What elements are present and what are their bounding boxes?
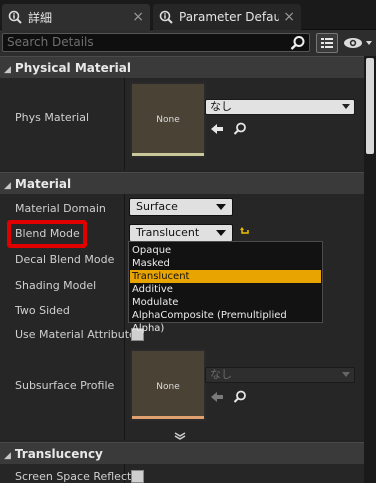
two-sided-label: Two Sided bbox=[15, 304, 70, 317]
search-icon[interactable] bbox=[290, 35, 306, 56]
decal-blend-mode-label: Decal Blend Mode bbox=[15, 253, 115, 266]
details-icon bbox=[8, 10, 22, 24]
category-title: Translucency bbox=[14, 447, 103, 461]
dropdown-option-masked[interactable]: Masked bbox=[130, 257, 321, 270]
dropdown-option-alphacomposite[interactable]: AlphaComposite (Premultiplied Alpha) bbox=[130, 309, 321, 334]
thumbnail-color-bar bbox=[132, 416, 204, 419]
phys-material-label: Phys Material bbox=[15, 111, 90, 124]
shading-model-label: Shading Model bbox=[15, 279, 97, 292]
dropdown-option-opaque[interactable]: Opaque bbox=[130, 244, 321, 257]
blend-mode-combo[interactable]: Translucent bbox=[129, 224, 233, 242]
blend-mode-value: Translucent bbox=[136, 226, 200, 239]
browse-search-icon[interactable] bbox=[233, 390, 247, 407]
reset-to-default-icon[interactable] bbox=[240, 227, 250, 240]
phys-material-thumbnail[interactable]: None bbox=[130, 82, 206, 158]
close-icon[interactable]: × bbox=[283, 10, 295, 24]
thumbnail-text: None bbox=[156, 382, 180, 392]
use-selected-arrow-icon[interactable] bbox=[210, 122, 224, 139]
search-placeholder: Search Details bbox=[7, 35, 94, 49]
chevron-down-icon bbox=[216, 204, 226, 210]
close-icon[interactable]: × bbox=[132, 10, 144, 24]
material-domain-label: Material Domain bbox=[15, 202, 106, 215]
dropdown-option-translucent[interactable]: Translucent bbox=[130, 270, 321, 283]
blend-mode-highlight-box bbox=[7, 220, 87, 248]
dropdown-option-modulate[interactable]: Modulate bbox=[130, 296, 321, 309]
search-input[interactable]: Search Details bbox=[2, 33, 310, 52]
browse-search-icon[interactable] bbox=[233, 122, 247, 139]
thumbnail-text: None bbox=[156, 115, 180, 125]
subsurface-profile-thumbnail[interactable]: None bbox=[130, 349, 206, 421]
phys-material-row: Phys Material None なし bbox=[0, 78, 364, 170]
blend-mode-dropdown-list: Opaque Masked Translucent Additive Modul… bbox=[128, 241, 323, 334]
category-material[interactable]: ◢ Material bbox=[0, 172, 364, 194]
eye-icon[interactable] bbox=[342, 34, 374, 52]
asset-value: なし bbox=[210, 100, 232, 113]
search-row: Search Details bbox=[0, 30, 376, 56]
tab-parameter-defaults-label: Parameter Defaults bbox=[179, 10, 280, 24]
translucency-section: Screen Space Reflecti bbox=[0, 464, 364, 483]
chevron-down-icon bbox=[342, 372, 350, 377]
chevron-down-icon bbox=[216, 230, 226, 236]
scrollbar-thumb[interactable] bbox=[366, 58, 374, 154]
details-icon bbox=[159, 10, 173, 24]
ssr-checkbox[interactable] bbox=[131, 470, 144, 483]
category-translucency[interactable]: ◢ Translucency bbox=[0, 442, 364, 464]
column-divider bbox=[124, 194, 125, 440]
subsurface-profile-label: Subsurface Profile bbox=[15, 379, 115, 392]
view-options-grid-icon[interactable] bbox=[316, 33, 338, 53]
phys-material-asset-combo[interactable]: なし bbox=[205, 99, 355, 115]
category-physical-material[interactable]: ◢ Physical Material bbox=[0, 56, 364, 78]
category-title: Physical Material bbox=[14, 61, 131, 75]
use-material-attributes-label: Use Material Attribute bbox=[15, 328, 136, 341]
tab-bar: 詳細 × Parameter Defaults × bbox=[0, 0, 376, 30]
scrollbar-track[interactable] bbox=[364, 56, 376, 483]
tab-details[interactable]: 詳細 × bbox=[2, 4, 150, 30]
column-divider bbox=[124, 78, 125, 170]
thumbnail-color-bar bbox=[132, 153, 204, 156]
asset-value: なし bbox=[210, 368, 232, 381]
use-selected-arrow-icon[interactable] bbox=[210, 390, 224, 407]
tab-parameter-defaults[interactable]: Parameter Defaults × bbox=[153, 4, 301, 30]
category-title: Material bbox=[14, 177, 72, 191]
tab-details-label: 詳細 bbox=[28, 10, 53, 25]
material-domain-value: Surface bbox=[136, 200, 178, 213]
material-domain-combo[interactable]: Surface bbox=[129, 198, 233, 216]
ssr-label: Screen Space Reflecti bbox=[15, 470, 135, 483]
dropdown-option-additive[interactable]: Additive bbox=[130, 283, 321, 296]
subsurface-profile-asset-combo[interactable]: なし bbox=[205, 367, 355, 383]
chevron-down-icon bbox=[342, 104, 350, 109]
